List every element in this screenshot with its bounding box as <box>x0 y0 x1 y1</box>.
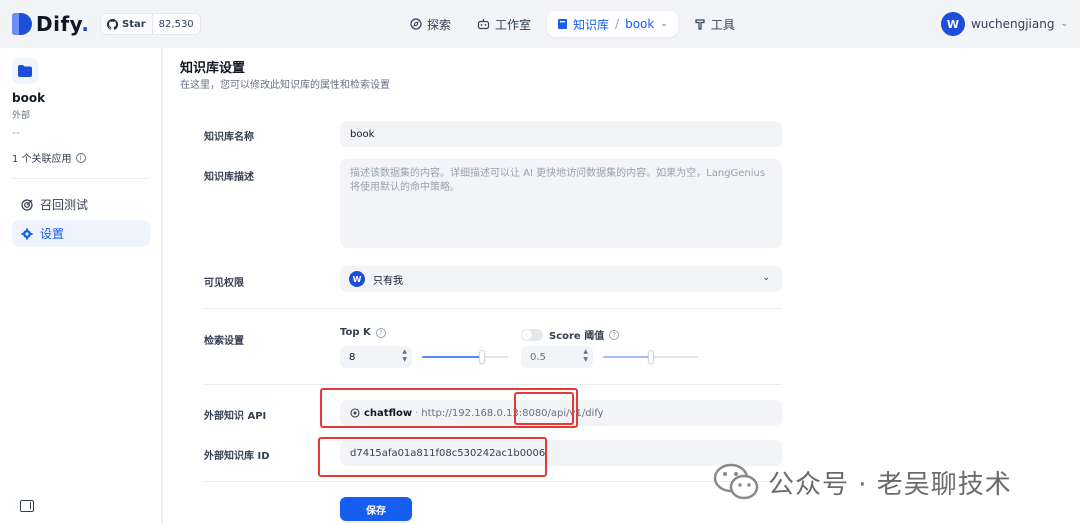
permission-value: 只有我 <box>373 275 403 287</box>
chevron-down-icon: ⌄ <box>660 19 668 29</box>
divider <box>12 178 150 179</box>
nav-knowledge-current: book <box>625 17 655 31</box>
compass-icon <box>410 18 422 30</box>
info-icon[interactable]: ? <box>375 327 386 338</box>
watermark-text: 公众号 · 老吴聊技术 <box>768 469 1012 500</box>
save-button[interactable]: 保存 <box>340 497 412 521</box>
nav-studio[interactable]: 工作室 <box>467 11 541 37</box>
slider-thumb[interactable] <box>648 350 654 364</box>
target-icon <box>21 198 33 211</box>
user-name: wuchengjiang <box>970 17 1055 31</box>
nav-studio-label: 工作室 <box>495 17 532 32</box>
permission-select[interactable]: W 只有我 ⌄ <box>340 266 782 292</box>
main-nav: 探索 工作室 知识库 / book ⌄ 工具 <box>400 11 745 37</box>
topk-input[interactable]: 8 ▲ ▼ <box>340 346 412 368</box>
nav-explore-label: 探索 <box>427 17 452 32</box>
topk-label: Top K ? <box>340 327 386 338</box>
slider-fill <box>422 356 482 358</box>
info-icon[interactable]: i <box>75 152 86 163</box>
dataset-name: book <box>12 91 46 105</box>
info-icon[interactable]: ? <box>609 329 620 340</box>
dataset-sidebar: book 外部 -- 1 个关联应用 i 召回测试 设置 <box>0 48 162 524</box>
dataset-description: -- <box>12 126 20 139</box>
sidebar-item-label: 设置 <box>40 227 65 241</box>
external-knowledge-id-label: 外部知识库 ID <box>204 451 270 462</box>
sidebar-collapse-icon[interactable] <box>20 500 34 512</box>
stepper-icon[interactable]: ▲ ▼ <box>402 348 407 364</box>
nav-tools-label: 工具 <box>710 17 735 32</box>
slider-fill <box>603 356 651 358</box>
stepper-icon[interactable]: ▲ ▼ <box>583 348 588 364</box>
folder-icon <box>12 58 38 84</box>
score-threshold-slider[interactable] <box>603 350 699 364</box>
sidebar-item-label: 召回测试 <box>40 198 89 212</box>
dify-logo[interactable]: Dify. <box>12 12 89 36</box>
permission-label: 可见权限 <box>204 278 244 289</box>
highlight-box-id <box>318 437 547 477</box>
settings-panel: 知识库设置 在这里，您可以修改此知识库的属性和检索设置 知识库名称 book 知… <box>163 48 1080 524</box>
robot-icon <box>477 19 490 30</box>
avatar: W <box>349 271 365 287</box>
nav-knowledge[interactable]: 知识库 / book ⌄ <box>547 11 678 37</box>
github-icon <box>107 18 118 30</box>
highlight-box-api-path <box>514 392 574 425</box>
dataset-name-input[interactable]: book <box>340 121 782 147</box>
score-threshold-toggle[interactable] <box>521 328 543 341</box>
chevron-down-icon: ⌄ <box>762 273 770 283</box>
logo-dot: . <box>81 12 90 36</box>
github-star-label: Star <box>122 18 146 30</box>
wechat-logo-icon <box>713 463 759 500</box>
dataset-name-label: 知识库名称 <box>204 132 254 143</box>
nav-knowledge-label: 知识库 <box>573 17 610 32</box>
external-api-label: 外部知识 API <box>204 411 267 422</box>
dataset-description-label: 知识库描述 <box>204 172 254 183</box>
topk-value: 8 <box>349 351 356 363</box>
avatar: W <box>940 12 965 36</box>
dify-logo-mark <box>12 13 32 35</box>
gear-icon <box>21 228 33 239</box>
dataset-description-input[interactable]: 描述该数据集的内容。详细描述可以让 AI 更快地访问数据集的内容。如果为空，La… <box>340 159 782 248</box>
score-threshold-label: Score 阈值 ? <box>521 327 620 342</box>
nav-tools[interactable]: 工具 <box>684 11 745 37</box>
chevron-down-icon: ⌄ <box>1060 19 1068 29</box>
top-navigation-bar: Dify. Star 82,530 探索 工作室 知识库 / book ⌄ 工具 <box>0 0 1080 48</box>
nav-explore[interactable]: 探索 <box>400 11 461 37</box>
page-title: 知识库设置 <box>180 61 246 76</box>
book-icon <box>558 19 568 29</box>
github-star-count: 82,530 <box>158 18 194 30</box>
score-threshold-input[interactable]: 0.5 ▲ ▼ <box>521 346 593 368</box>
page-subtitle: 在这里，您可以修改此知识库的属性和检索设置 <box>180 80 390 91</box>
watermark: 公众号 · 老吴聊技术 <box>712 462 1012 502</box>
hammer-icon <box>695 19 705 30</box>
breadcrumb-separator: / <box>615 17 620 31</box>
topk-slider[interactable] <box>422 350 508 364</box>
topk-label-text: Top K <box>340 327 371 338</box>
linked-apps-label: 1 个关联应用 <box>12 154 72 165</box>
sidebar-item-settings[interactable]: 设置 <box>12 220 150 247</box>
retrieval-settings-label: 检索设置 <box>204 336 244 347</box>
divider <box>204 384 782 385</box>
dataset-type: 外部 <box>12 111 31 121</box>
github-star-button[interactable]: Star 82,530 <box>100 13 201 35</box>
logo-text: Dify <box>36 12 82 36</box>
sidebar-item-hit-testing[interactable]: 召回测试 <box>12 191 150 218</box>
divider <box>204 481 782 482</box>
divider <box>204 308 782 309</box>
linked-apps[interactable]: 1 个关联应用 i <box>12 150 86 165</box>
score-threshold-value: 0.5 <box>530 351 546 363</box>
slider-thumb[interactable] <box>479 350 485 364</box>
user-menu[interactable]: W wuchengjiang ⌄ <box>940 12 1068 36</box>
score-threshold-label-text: Score 阈值 <box>549 331 605 342</box>
